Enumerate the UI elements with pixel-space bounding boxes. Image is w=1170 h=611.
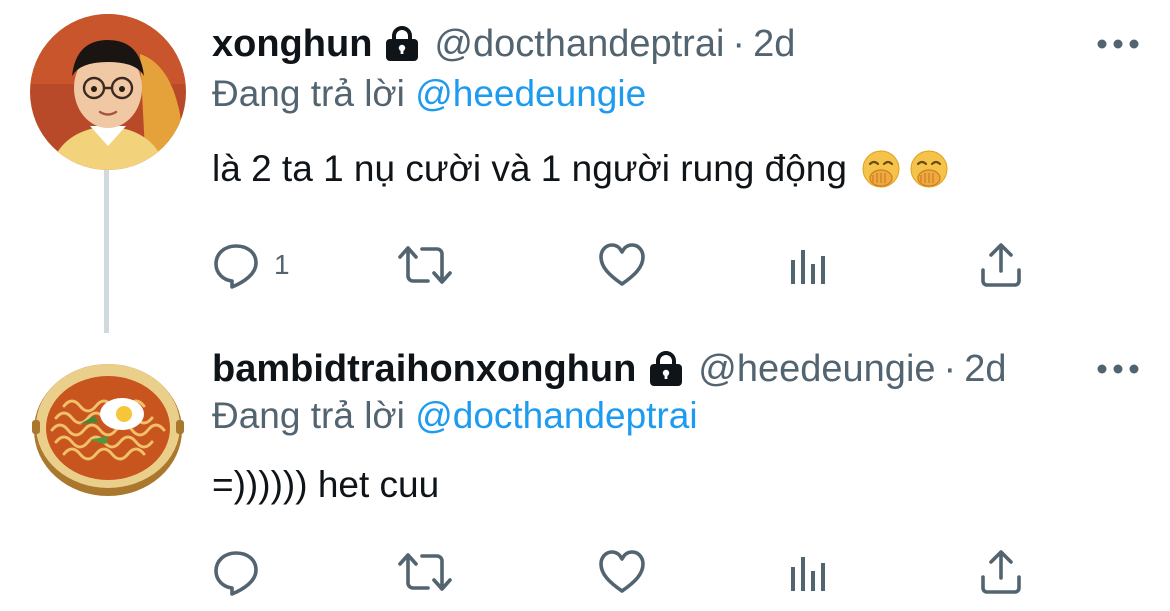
- lock-icon: [646, 351, 686, 387]
- avatar[interactable]: [30, 348, 186, 504]
- reply-thread: xonghun @docthandeptrai · 2d Đang trả lờ…: [0, 0, 1170, 611]
- tweet-header: bambidtraihonxonghun @heedeungie · 2d: [212, 344, 1130, 394]
- replying-to: Đang trả lời @docthandeptrai: [212, 393, 698, 439]
- share-button[interactable]: [976, 240, 1026, 290]
- replying-to-label: Đang trả lời: [212, 73, 405, 114]
- reply-icon: [212, 547, 262, 597]
- like-button[interactable]: [597, 240, 647, 290]
- boy-with-glasses-avatar-image: [30, 14, 186, 170]
- tweet-text-content: là 2 ta 1 nụ cười và 1 người rung động: [212, 148, 847, 189]
- like-button[interactable]: [597, 547, 647, 597]
- tweet-header: xonghun @docthandeptrai · 2d: [212, 19, 1130, 69]
- ramen-bowl-avatar-image: [30, 348, 186, 504]
- retweet-icon: [397, 240, 453, 290]
- reply-count: 1: [274, 249, 290, 280]
- tweet-text: =)))))) het cuu: [212, 462, 439, 508]
- retweet-icon: [397, 547, 453, 597]
- views-icon: [787, 547, 831, 597]
- reply-icon: [212, 240, 262, 290]
- timestamp[interactable]: 2d: [964, 344, 1006, 394]
- timestamp[interactable]: 2d: [753, 19, 795, 69]
- more-icon[interactable]: [1096, 359, 1140, 379]
- tweet-text: là 2 ta 1 nụ cười và 1 người rung động: [212, 146, 949, 192]
- tweet-actions: [212, 547, 1042, 597]
- face-with-hand-over-mouth-icon: [861, 149, 901, 189]
- separator: ·: [732, 23, 746, 65]
- share-icon: [976, 240, 1026, 290]
- reply-button[interactable]: [212, 547, 262, 597]
- like-icon: [597, 240, 647, 290]
- user-handle[interactable]: @heedeungie: [698, 344, 935, 394]
- share-button[interactable]: [976, 547, 1026, 597]
- replying-to-mention[interactable]: @heedeungie: [415, 73, 646, 114]
- face-with-hand-over-mouth-icon: [909, 149, 949, 189]
- tweet[interactable]: bambidtraihonxonghun @heedeungie · 2d Đa…: [0, 335, 1170, 611]
- separator: ·: [943, 348, 957, 390]
- lock-icon: [382, 26, 422, 62]
- replying-to: Đang trả lời @heedeungie: [212, 71, 646, 117]
- user-handle[interactable]: @docthandeptrai: [434, 19, 724, 69]
- share-icon: [976, 547, 1026, 597]
- retweet-button[interactable]: [397, 547, 453, 597]
- tweet[interactable]: xonghun @docthandeptrai · 2d Đang trả lờ…: [0, 0, 1170, 335]
- tweet-actions: 1: [212, 240, 1042, 290]
- views-button[interactable]: [787, 547, 831, 597]
- views-button[interactable]: [787, 240, 831, 290]
- like-icon: [597, 547, 647, 597]
- avatar[interactable]: [30, 14, 186, 170]
- replying-to-label: Đang trả lời: [212, 395, 405, 436]
- display-name[interactable]: xonghun: [212, 19, 372, 69]
- tweet-text-content: =)))))) het cuu: [212, 464, 440, 505]
- reply-button[interactable]: 1: [212, 240, 290, 290]
- views-icon: [787, 240, 831, 290]
- retweet-button[interactable]: [397, 240, 453, 290]
- display-name[interactable]: bambidtraihonxonghun: [212, 344, 636, 394]
- replying-to-mention[interactable]: @docthandeptrai: [415, 395, 697, 436]
- more-icon[interactable]: [1096, 34, 1140, 54]
